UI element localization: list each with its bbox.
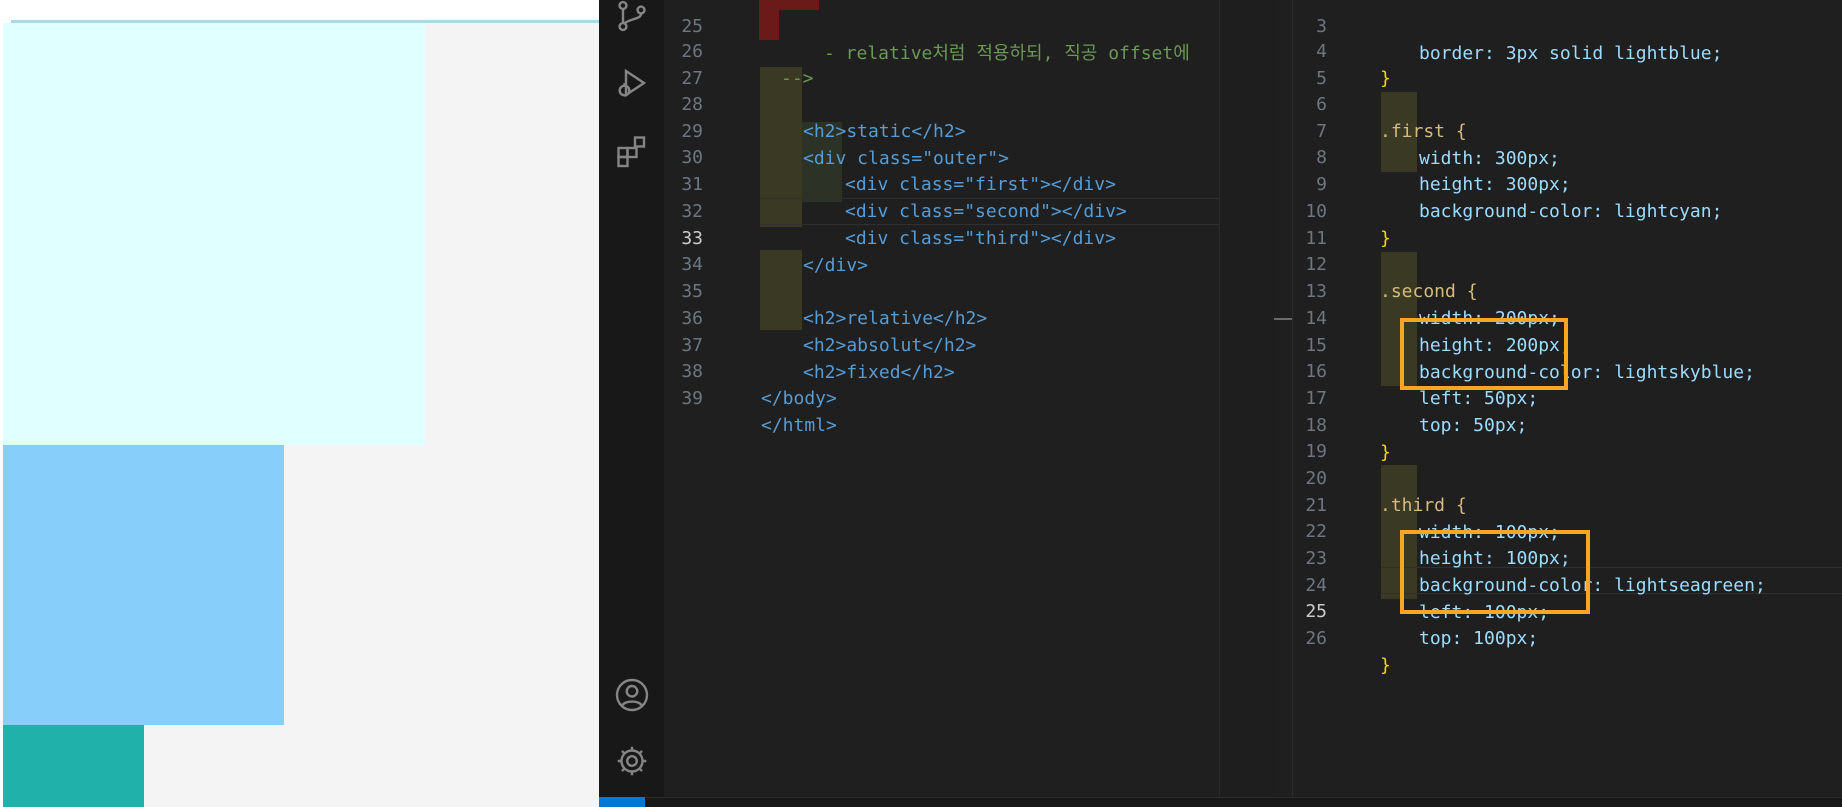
code-text: } [1380, 442, 1391, 463]
code-line: 25 top: 100px; [1293, 571, 1538, 649]
code-line: 13 width: 200px; [1293, 251, 1560, 329]
code-text: <div class="third"></div> [845, 228, 1116, 249]
code-line: 4 } [1293, 11, 1391, 89]
code-line: 39 </html> [664, 358, 837, 436]
line-number: 26 [1305, 628, 1327, 649]
diff-marker [779, 0, 819, 10]
activity-bar [599, 0, 664, 797]
code-line: 37 <h2>fixed</h2> [664, 305, 954, 383]
account-icon[interactable] [612, 675, 652, 715]
code-text: width: 300px; [1419, 148, 1560, 169]
code-line: 18 } [1293, 385, 1391, 463]
code-line: 27 [664, 38, 729, 89]
code-text: <h2>relative</h2> [803, 308, 988, 329]
highlight-box-third [1400, 530, 1590, 614]
code-text: .second { [1380, 281, 1478, 302]
code-line: 26 --> [664, 11, 813, 89]
code-line: 17 top: 50px; [1293, 358, 1527, 436]
third-box [3, 725, 144, 807]
code-text: <h2>fixed</h2> [803, 362, 955, 383]
code-line: 9 background-color: lightcyan; [1293, 144, 1722, 222]
code-text: <div class="first"></div> [845, 174, 1116, 195]
code-line: 15 background-color: lightskyblue; [1293, 305, 1755, 383]
code-text: <div class="outer"> [803, 148, 1009, 169]
code-text: background-color: lightcyan; [1419, 201, 1723, 222]
highlight-box-second [1400, 318, 1568, 390]
vscode-window: 25 - relative처럼 적용하되, 직공 offset에 26 --> … [599, 0, 1842, 807]
code-line: 33 </div> [664, 198, 868, 276]
code-text: } [1380, 228, 1391, 249]
code-line: 26 } [1293, 598, 1391, 676]
browser-preview [0, 0, 600, 807]
code-text: border: 3px solid lightblue; [1419, 43, 1723, 64]
indent-guide [760, 250, 802, 330]
code-text: top: 100px; [1419, 628, 1539, 649]
code-line: 20 .third { [1293, 438, 1466, 516]
code-text: .first { [1380, 121, 1467, 142]
extensions-icon[interactable] [612, 131, 652, 171]
code-text: } [1380, 68, 1391, 89]
code-line: 32 <div class="third"></div> [664, 171, 1116, 249]
code-line: 30 <div class="first"></div> [664, 117, 1116, 195]
code-line: 10 } [1293, 171, 1391, 249]
run-debug-icon[interactable] [612, 63, 652, 103]
second-box [3, 445, 284, 725]
code-text: <h2>absolut</h2> [803, 335, 977, 356]
code-line: 16 left: 50px; [1293, 331, 1538, 409]
code-text: </body> [761, 388, 837, 409]
code-line: 7 width: 300px; [1293, 91, 1560, 169]
code-line: 29 <div class="outer"> [664, 91, 1009, 169]
code-text: } [1380, 655, 1391, 676]
first-box [3, 23, 425, 445]
line-number: 39 [681, 388, 703, 409]
code-line: 19 [1293, 411, 1358, 462]
code-line: 35 <h2>relative</h2> [664, 251, 987, 329]
code-line: 23 background-color: lightseagreen; [1293, 518, 1765, 596]
code-line: 11 [1293, 198, 1358, 249]
code-line: 38 </body> [664, 331, 837, 409]
code-line: 31 <div class="second"></div> [664, 144, 1126, 222]
code-line: 22 height: 100px; [1293, 491, 1570, 569]
minimap[interactable] [1219, 0, 1275, 797]
settings-gear-icon[interactable] [612, 741, 652, 781]
code-text: <div class="second"></div> [845, 201, 1127, 222]
code-text: </html> [761, 415, 837, 436]
css-editor[interactable]: 3 border: 3px solid lightblue; 4 } 5 6 .… [1293, 0, 1842, 797]
code-line: 21 width: 100px; [1293, 465, 1560, 543]
code-text: --> [781, 68, 814, 89]
code-line: 12 .second { [1293, 224, 1477, 302]
code-line: 24 left: 100px; [1293, 545, 1549, 623]
code-text: - relative처럼 적용하되, 직공 offset에 [824, 43, 1190, 64]
code-line: 28 <h2>static</h2> [664, 64, 965, 142]
code-text: top: 50px; [1419, 415, 1528, 436]
source-control-icon[interactable] [612, 0, 652, 36]
code-line: 14 height: 200px; [1293, 278, 1570, 356]
remote-indicator-button[interactable] [599, 797, 645, 807]
code-line: 36 <h2>absolut</h2> [664, 278, 976, 356]
status-bar [599, 797, 1842, 807]
code-text: .third { [1380, 495, 1467, 516]
code-line: 34 [664, 224, 729, 275]
code-text: height: 300px; [1419, 174, 1571, 195]
code-line: 5 [1293, 38, 1358, 89]
code-line: 6 .first { [1293, 64, 1467, 142]
code-text: <h2>static</h2> [803, 121, 966, 142]
html-editor[interactable]: 25 - relative처럼 적용하되, 직공 offset에 26 --> … [664, 0, 1219, 797]
code-text: </div> [803, 255, 869, 276]
diff-marker [759, 0, 779, 40]
code-line: 8 height: 300px; [1293, 117, 1571, 195]
